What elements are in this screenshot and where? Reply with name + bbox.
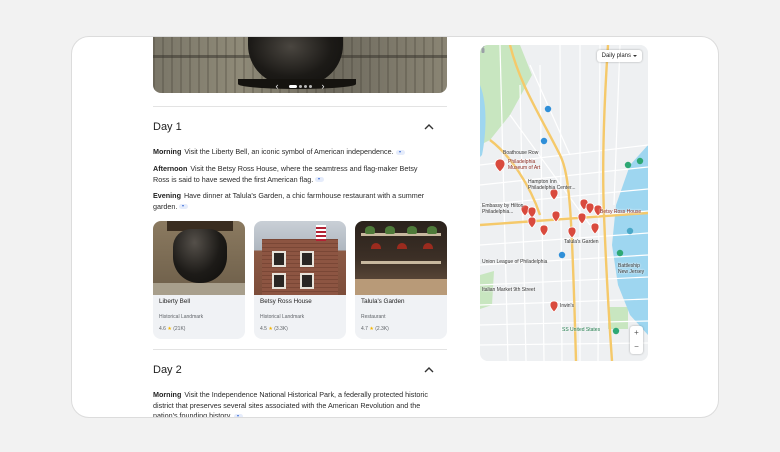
- place-rating: 4.5 ★ (3.3K): [260, 326, 288, 332]
- map-label: SS United States: [562, 327, 601, 333]
- itinerary-entry: Afternoon Visit the Betsy Ross House, whe…: [153, 164, 429, 185]
- place-card-talulas-garden[interactable]: Talula's Garden Restaurant 4.7 ★ (2.3K): [355, 221, 447, 339]
- star-icon: ★: [167, 326, 172, 332]
- carousel-dot[interactable]: [298, 84, 302, 88]
- place-name: Betsy Ross House: [260, 298, 312, 305]
- map-view[interactable]: Boathouse Row Philadelphia Museum of Art…: [480, 45, 648, 361]
- daily-plans-dropdown[interactable]: Daily plans: [596, 50, 642, 62]
- carousel-controls: ‹ ›: [271, 81, 329, 91]
- chevron-left-icon[interactable]: ‹: [271, 81, 283, 91]
- expand-icon[interactable]: [315, 177, 325, 183]
- entry-text: Visit the Independence National Historic…: [153, 390, 428, 418]
- day-title: Day 1: [153, 121, 182, 133]
- entry-text: Visit the Liberty Bell, an iconic symbol…: [184, 147, 394, 156]
- entry-time: Afternoon: [153, 164, 188, 173]
- map-label: Philadelphia Museum of Art: [508, 159, 541, 171]
- carousel-dot[interactable]: [303, 84, 307, 88]
- map-label: Union League of Philadelphia: [482, 259, 548, 265]
- map-label: Irwin's: [560, 303, 575, 309]
- map-label: Talula's Garden: [564, 239, 599, 245]
- map-label: Betsy Ross House: [600, 209, 642, 215]
- map-label: Embassy by Hilton Philadelphia...: [482, 203, 524, 215]
- place-type: Historical Landmark: [159, 314, 204, 320]
- section-divider: [153, 349, 447, 350]
- entry-text: Visit the Betsy Ross House, where the se…: [153, 164, 418, 184]
- place-card-betsy-ross-house[interactable]: Betsy Ross House Historical Landmark 4.5…: [254, 221, 346, 339]
- place-type: Restaurant: [361, 314, 386, 320]
- map-label: Hampton Inn Philadelphia Center...: [528, 179, 576, 191]
- entry-time: Morning: [153, 390, 182, 399]
- place-type: Historical Landmark: [260, 314, 305, 320]
- itinerary-entry: Evening Have dinner at Talula's Garden, a…: [153, 191, 429, 212]
- caret-down-icon: [633, 55, 637, 57]
- star-icon: ★: [268, 326, 273, 332]
- place-name: Talula's Garden: [361, 298, 405, 305]
- zoom-controls: + −: [630, 326, 643, 354]
- place-rating: 4.6 ★ (21K): [159, 326, 186, 332]
- expand-icon[interactable]: [395, 149, 405, 155]
- place-photo: [153, 221, 245, 295]
- place-photo: [254, 221, 346, 295]
- zoom-in-button[interactable]: +: [630, 326, 643, 340]
- daily-plans-label: Daily plans: [601, 53, 631, 59]
- place-card-liberty-bell[interactable]: Liberty Bell Historical Landmark 4.6 ★ (…: [153, 221, 245, 339]
- map-label: Italian Market 9th Street: [482, 287, 536, 293]
- place-cards: Liberty Bell Historical Landmark 4.6 ★ (…: [153, 221, 447, 339]
- map-label: Battleship New Jersey: [618, 263, 645, 275]
- entry-text: Have dinner at Talula's Garden, a chic f…: [153, 191, 425, 211]
- itinerary-entry: Morning Visit the Liberty Bell, an iconic…: [153, 147, 429, 158]
- hero-image-carousel[interactable]: ‹ ›: [153, 37, 447, 93]
- pegman-icon[interactable]: [480, 45, 486, 53]
- map-label: Boathouse Row: [503, 150, 539, 156]
- itinerary-entry: Morning Visit the Independence National H…: [153, 390, 429, 418]
- place-photo: [355, 221, 447, 295]
- chevron-right-icon[interactable]: ›: [317, 81, 329, 91]
- carousel-dot[interactable]: [288, 84, 297, 88]
- itinerary-panel: ‹ › Day 1 Morning Visit the Liberty Bell,…: [153, 37, 447, 418]
- itinerary-card: ‹ › Day 1 Morning Visit the Liberty Bell,…: [71, 36, 719, 418]
- expand-icon[interactable]: [233, 413, 243, 417]
- star-icon: ★: [369, 326, 374, 332]
- chevron-up-icon[interactable]: [423, 365, 435, 375]
- carousel-dots: [288, 84, 312, 88]
- entry-time: Morning: [153, 147, 182, 156]
- chevron-up-icon[interactable]: [423, 122, 435, 132]
- section-divider: [153, 106, 447, 107]
- expand-icon[interactable]: [179, 204, 189, 210]
- place-name: Liberty Bell: [159, 298, 191, 305]
- place-rating: 4.7 ★ (2.3K): [361, 326, 389, 332]
- day-title: Day 2: [153, 364, 182, 376]
- entry-time: Evening: [153, 191, 181, 200]
- carousel-dot[interactable]: [308, 84, 312, 88]
- zoom-out-button[interactable]: −: [630, 340, 643, 354]
